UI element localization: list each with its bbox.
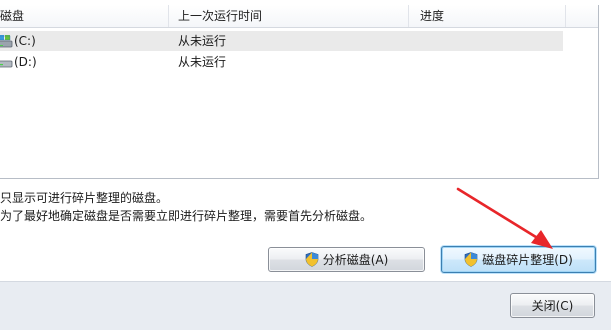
close-button[interactable]: 关闭(C) xyxy=(510,293,595,318)
drive-d-last-run: 从未运行 xyxy=(178,55,227,69)
system-drive-icon xyxy=(0,35,13,48)
list-header: 磁盘 上一次运行时间 进度 xyxy=(0,5,598,28)
column-header-disk[interactable]: 磁盘 xyxy=(0,5,169,27)
drive-c-name: (C:) xyxy=(14,34,36,48)
column-header-progress[interactable]: 进度 xyxy=(408,5,566,27)
column-last-run-label: 上一次运行时间 xyxy=(178,9,263,23)
drive-icon xyxy=(0,60,13,68)
disk-list[interactable]: 磁盘 上一次运行时间 进度 (C:) 从未运行 (D:) 从未运行 xyxy=(0,5,599,179)
close-label: 关闭(C) xyxy=(531,299,574,313)
analyze-disk-label: 分析磁盘(A) xyxy=(322,253,389,267)
list-row-drive-c[interactable]: (C:) 从未运行 xyxy=(0,31,563,51)
footer-bar: 关闭(C) xyxy=(0,281,611,330)
defragment-disk-button[interactable]: 磁盘碎片整理(D) xyxy=(441,246,596,273)
defragment-disk-label: 磁盘碎片整理(D) xyxy=(482,253,573,267)
uac-shield-icon xyxy=(305,252,319,267)
analyze-disk-button[interactable]: 分析磁盘(A) xyxy=(268,247,425,272)
hint-text-line2: 为了最好地确定磁盘是否需要立即进行碎片整理，需要首先分析磁盘。 xyxy=(0,209,373,223)
column-progress-label: 进度 xyxy=(420,9,445,23)
drive-c-last-run: 从未运行 xyxy=(178,34,227,48)
main-pane: 磁盘 上一次运行时间 进度 (C:) 从未运行 (D:) 从未运行 只显示可进行… xyxy=(0,0,611,281)
drive-d-name: (D:) xyxy=(14,55,37,69)
column-header-last-run[interactable]: 上一次运行时间 xyxy=(168,5,409,27)
list-row-drive-d[interactable]: (D:) 从未运行 xyxy=(0,52,563,72)
uac-shield-icon xyxy=(464,252,478,267)
column-disk-label: 磁盘 xyxy=(0,9,25,23)
hint-text-line1: 只显示可进行碎片整理的磁盘。 xyxy=(0,191,169,205)
